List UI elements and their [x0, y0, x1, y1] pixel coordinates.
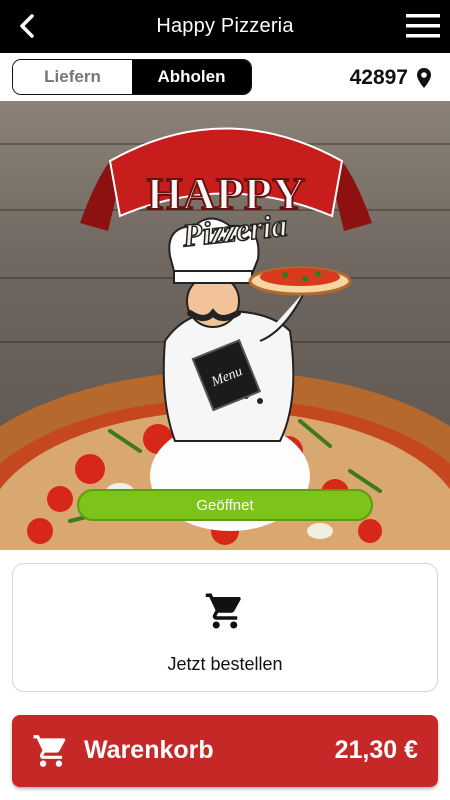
open-status-label: Geöffnet: [196, 496, 254, 514]
location-pin-icon: [417, 68, 431, 88]
page-title: Happy Pizzeria: [156, 15, 294, 37]
order-now-label: Jetzt bestellen: [167, 654, 283, 674]
location-selector[interactable]: 42897: [350, 66, 432, 90]
shopping-cart-icon: [33, 735, 66, 767]
order-mode-toggle: Liefern Abholen: [12, 59, 252, 95]
open-status-button[interactable]: Geöffnet: [77, 489, 373, 521]
hamburger-menu-icon[interactable]: [406, 13, 440, 39]
order-mode-bar: Liefern Abholen 42897: [0, 53, 450, 101]
shopping-cart-icon: [205, 593, 241, 629]
restaurant-banner: Menu HAPPY Pizzeria Geöffnet: [0, 101, 450, 550]
cart-button[interactable]: Warenkorb 21,30 €: [12, 715, 438, 787]
app-header: Happy Pizzeria: [0, 0, 450, 53]
pickup-option[interactable]: Abholen: [132, 60, 251, 94]
delivery-option[interactable]: Liefern: [13, 60, 132, 94]
cart-total: 21,30 €: [334, 736, 418, 764]
happy-pizzeria-logo: HAPPY Pizzeria: [80, 127, 372, 254]
order-now-card[interactable]: Jetzt bestellen: [12, 563, 438, 692]
zip-code: 42897: [349, 66, 408, 89]
cart-label: Warenkorb: [84, 736, 214, 764]
back-arrow-icon[interactable]: [14, 12, 42, 40]
